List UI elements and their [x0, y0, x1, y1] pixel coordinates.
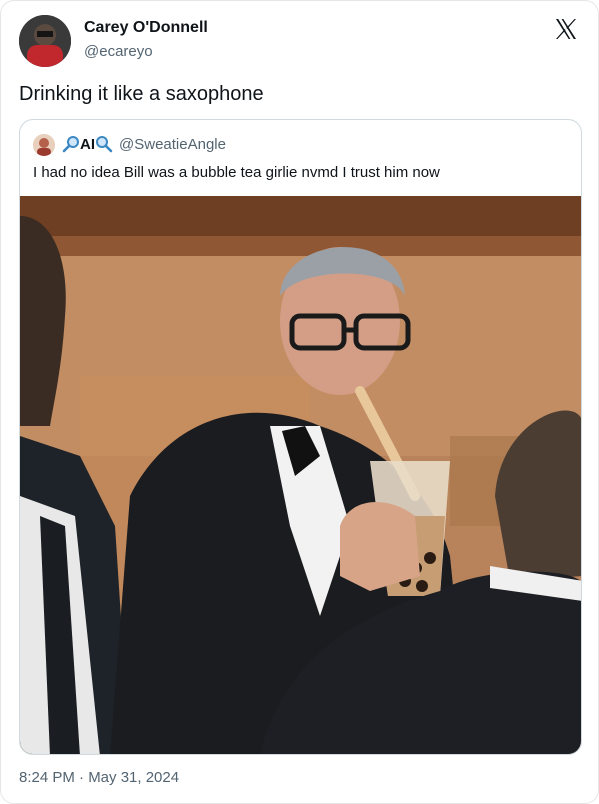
author-avatar[interactable]	[19, 15, 71, 67]
quoted-tweet[interactable]: AI @SweatieAngle I had no idea Bill was …	[19, 119, 582, 755]
x-logo-icon[interactable]	[554, 17, 578, 41]
quoted-author-avatar[interactable]	[33, 134, 55, 156]
quoted-author-row[interactable]: AI @SweatieAngle	[62, 135, 226, 153]
magnifying-glass-left-icon	[62, 135, 80, 153]
quoted-author-handle[interactable]: @SweatieAngle	[119, 136, 226, 153]
quoted-author-name[interactable]: AI	[80, 136, 95, 153]
tweet-card: Carey O'Donnell @ecareyo Drinking it lik…	[0, 0, 599, 804]
author-name[interactable]: Carey O'Donnell	[84, 19, 208, 37]
quoted-tweet-photo[interactable]	[20, 196, 581, 754]
magnifying-glass-right-icon	[95, 135, 113, 153]
tweet-text: Drinking it like a saxophone	[19, 83, 264, 105]
author-handle[interactable]: @ecareyo	[84, 43, 153, 60]
tweet-timestamp[interactable]: 8:24 PM · May 31, 2024	[19, 769, 179, 786]
quoted-tweet-text: I had no idea Bill was a bubble tea girl…	[33, 164, 440, 181]
